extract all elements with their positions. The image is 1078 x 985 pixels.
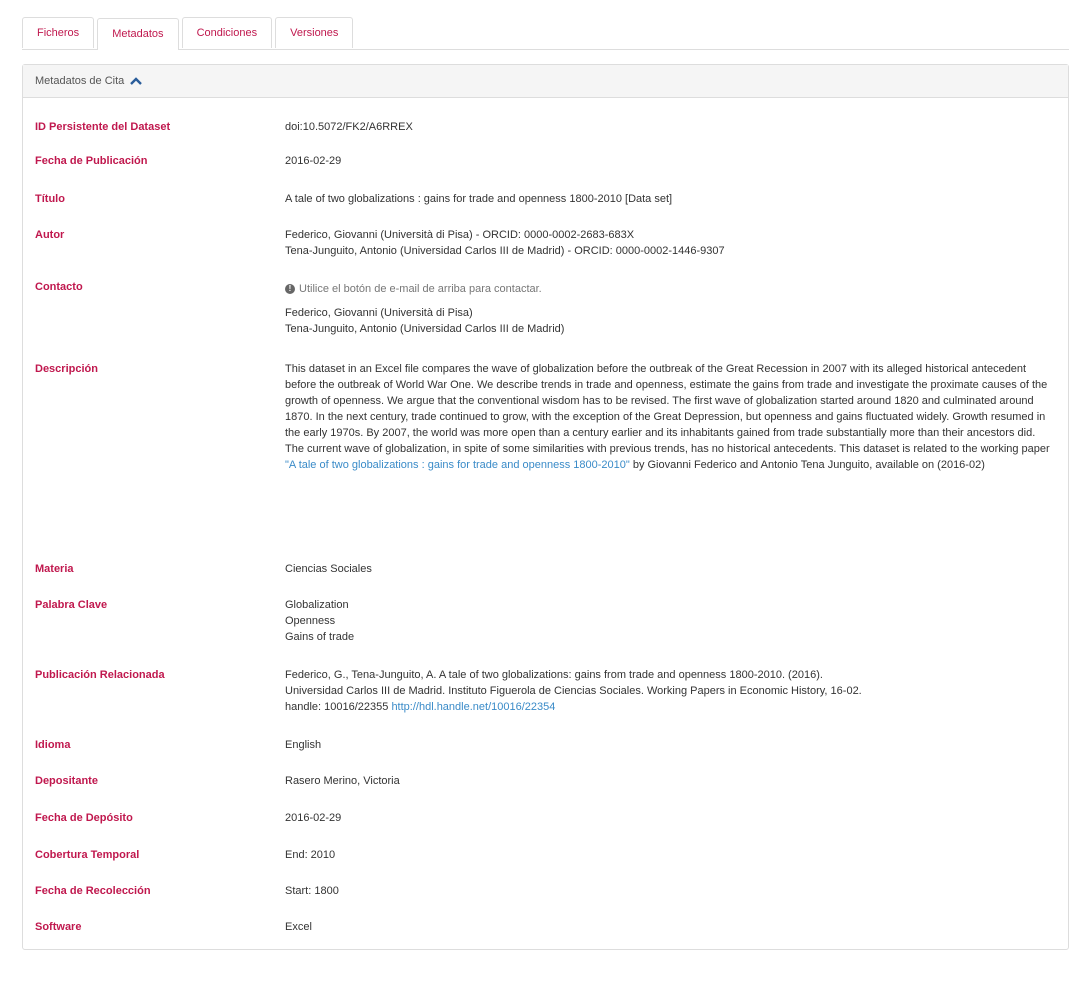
field-label-collection-date: Fecha de Recolección bbox=[35, 885, 151, 897]
keyword-item: Openness bbox=[285, 615, 336, 627]
field-label-author: Autor bbox=[35, 229, 65, 241]
tab-ficheros[interactable]: Ficheros bbox=[22, 17, 95, 48]
related-pub-handle: handle: 10016/22355 bbox=[285, 701, 392, 713]
citation-metadata-panel: Metadatos de Cita ID Persistente del Dat… bbox=[22, 64, 1069, 950]
field-value-title: A tale of two globalizations : gains for… bbox=[285, 193, 673, 205]
panel-title: Metadatos de Cita bbox=[35, 75, 125, 87]
field-label-related-pub: Publicación Relacionada bbox=[35, 669, 165, 681]
related-pub-line: handle: 10016/22355 http://hdl.handle.ne… bbox=[285, 699, 1055, 715]
field-label-persistent-id: ID Persistente del Dataset bbox=[35, 121, 171, 133]
field-value-contact: ! Utilice el botón de e-mail de arriba p… bbox=[285, 281, 1055, 337]
field-value-software: Excel bbox=[285, 921, 312, 933]
keyword-item: Gains of trade bbox=[285, 631, 355, 643]
field-label-depositor: Depositante bbox=[35, 775, 98, 787]
info-circle-icon: ! bbox=[285, 284, 295, 294]
field-value-language: English bbox=[285, 739, 322, 751]
chevron-up-icon bbox=[130, 77, 143, 85]
panel-header-toggle[interactable]: Metadatos de Cita bbox=[23, 65, 1068, 98]
field-label-software: Software bbox=[35, 921, 82, 933]
handle-link[interactable]: http://hdl.handle.net/10016/22354 bbox=[391, 701, 555, 713]
metadata-tabs: Ficheros Metadatos Condiciones Versiones bbox=[22, 17, 1069, 50]
tab-metadatos[interactable]: Metadatos bbox=[97, 18, 179, 50]
tab-condiciones[interactable]: Condiciones bbox=[181, 17, 273, 48]
field-label-title: Título bbox=[35, 193, 65, 205]
contact-info-text: Utilice el botón de e-mail de arriba par… bbox=[299, 283, 542, 295]
field-value-pub-date: 2016-02-29 bbox=[285, 155, 342, 167]
field-label-description: Descripción bbox=[35, 363, 98, 375]
description-text-after: by Giovanni Federico and Antonio Tena Ju… bbox=[629, 459, 985, 471]
field-label-contact: Contacto bbox=[35, 281, 83, 293]
field-value-time-coverage: End: 2010 bbox=[285, 849, 336, 861]
field-value-description: This dataset in an Excel file compares t… bbox=[285, 361, 1055, 473]
working-paper-link[interactable]: "A tale of two globalizations : gains fo… bbox=[285, 459, 630, 471]
tab-versiones[interactable]: Versiones bbox=[275, 17, 354, 48]
contact-line: Federico, Giovanni (Università di Pisa) bbox=[285, 307, 473, 319]
keyword-item: Globalization bbox=[285, 599, 349, 611]
related-pub-line: Universidad Carlos III de Madrid. Instit… bbox=[285, 685, 862, 697]
contact-info-note: ! Utilice el botón de e-mail de arriba p… bbox=[285, 281, 1055, 297]
field-label-language: Idioma bbox=[35, 739, 71, 751]
field-value-keyword: Globalization Openness Gains of trade bbox=[285, 597, 1055, 645]
field-value-author: Federico, Giovanni (Università di Pisa) … bbox=[285, 227, 1055, 259]
field-label-time-coverage: Cobertura Temporal bbox=[35, 849, 140, 861]
contact-line: Tena-Junguito, Antonio (Universidad Carl… bbox=[285, 323, 565, 335]
field-value-depositor: Rasero Merino, Victoria bbox=[285, 775, 400, 787]
field-label-subject: Materia bbox=[35, 563, 74, 575]
field-label-deposit-date: Fecha de Depósito bbox=[35, 812, 133, 824]
field-value-persistent-id: doi:10.5072/FK2/A6RREX bbox=[285, 121, 413, 133]
field-label-pub-date: Fecha de Publicación bbox=[35, 155, 148, 167]
description-text: This dataset in an Excel file compares t… bbox=[285, 363, 1050, 455]
field-value-collection-date: Start: 1800 bbox=[285, 885, 339, 897]
field-value-related-pub: Federico, G., Tena-Junguito, A. A tale o… bbox=[285, 667, 1055, 715]
field-value-subject: Ciencias Sociales bbox=[285, 563, 372, 575]
field-value-deposit-date: 2016-02-29 bbox=[285, 812, 342, 824]
author-line: Tena-Junguito, Antonio (Universidad Carl… bbox=[285, 245, 725, 257]
author-line: Federico, Giovanni (Università di Pisa) … bbox=[285, 229, 635, 241]
related-pub-line: Federico, G., Tena-Junguito, A. A tale o… bbox=[285, 669, 823, 681]
field-label-keyword: Palabra Clave bbox=[35, 599, 108, 611]
